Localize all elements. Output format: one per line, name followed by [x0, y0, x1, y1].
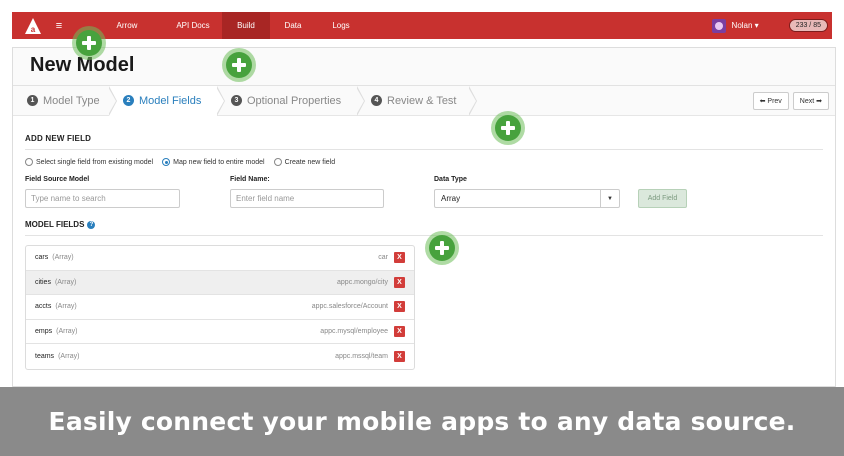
- delete-field-button[interactable]: X: [394, 325, 405, 337]
- field-name: accts: [35, 303, 52, 311]
- field-name: emps: [35, 327, 53, 335]
- hotspot-plus-icon[interactable]: [72, 26, 106, 60]
- field-source: car: [378, 254, 388, 262]
- delete-field-button[interactable]: X: [394, 276, 405, 288]
- field-source: appc.mongo/city: [337, 278, 388, 286]
- delete-field-button[interactable]: X: [394, 350, 405, 362]
- radio-create-new[interactable]: Create new field: [273, 158, 336, 166]
- step-label: Model Fields: [139, 94, 202, 107]
- nav-tab-data[interactable]: Data: [270, 12, 316, 39]
- radio-button[interactable]: [273, 158, 282, 166]
- field-type: (Array): [56, 327, 78, 335]
- nav-tabs: Arrow API Docs Build Data Logs: [90, 12, 366, 39]
- top-nav-bar: a ≡ Arrow API Docs Build Data Logs Nolan…: [12, 12, 832, 39]
- radio-button[interactable]: [162, 158, 171, 166]
- chevron-down-icon: ▼: [600, 190, 619, 207]
- appcelerator-logo-icon[interactable]: a: [24, 17, 42, 35]
- list-item[interactable]: emps (Array) appc.mysql/employee X: [26, 320, 414, 344]
- menu-icon[interactable]: ≡: [52, 20, 66, 32]
- plus-icon: [232, 58, 246, 72]
- nav-tab-api-docs[interactable]: API Docs: [164, 12, 222, 39]
- nav-tab-build[interactable]: Build: [222, 12, 270, 39]
- delete-field-button[interactable]: X: [394, 301, 405, 313]
- radio-single-field[interactable]: Select single field from existing model: [25, 158, 153, 166]
- field-name: cars: [35, 254, 49, 262]
- model-fields-title: MODEL FIELDS: [25, 220, 85, 229]
- radio-map-entire-model[interactable]: Map new field to entire model: [162, 158, 265, 166]
- source-model-label: Field Source Model: [25, 176, 90, 183]
- step-label: Review & Test: [387, 94, 457, 107]
- hotspot-inner: [76, 30, 102, 56]
- hotspot-plus-icon[interactable]: [425, 231, 459, 265]
- plus-icon: [501, 121, 515, 135]
- field-type: (Array): [52, 254, 74, 262]
- field-source: appc.mysql/employee: [320, 327, 388, 335]
- field-type: (Array): [55, 303, 77, 311]
- step-model-fields[interactable]: 2 Model Fields: [109, 85, 225, 116]
- list-item[interactable]: cars (Array) car X: [26, 246, 414, 271]
- nav-tab-logs[interactable]: Logs: [316, 12, 366, 39]
- step-optional-properties[interactable]: 3 Optional Properties: [217, 85, 365, 116]
- step-model-type[interactable]: 1 Model Type: [13, 85, 117, 116]
- radio-label: Create new field: [284, 158, 336, 166]
- plus-icon: [435, 241, 449, 255]
- field-name-input[interactable]: Enter field name: [230, 189, 384, 208]
- banner-text: Easily connect your mobile apps to any d…: [48, 407, 796, 436]
- step-number: 1: [27, 95, 38, 106]
- step-number: 3: [231, 95, 242, 106]
- field-source: appc.mssql/team: [335, 352, 388, 360]
- wizard-steps: 1 Model Type 2 Model Fields 3 Optional P…: [13, 85, 835, 116]
- radio-label: Map new field to entire model: [173, 158, 265, 166]
- step-review-test[interactable]: 4 Review & Test: [357, 85, 477, 116]
- add-field-section: ADD NEW FIELD Select single field from e…: [13, 134, 835, 370]
- plus-icon: [82, 36, 96, 50]
- help-icon[interactable]: ?: [87, 220, 96, 229]
- field-type: (Array): [54, 278, 77, 286]
- source-model-input[interactable]: Type name to search: [25, 189, 180, 208]
- new-model-card: New Model 1 Model Type 2 Model Fields 3 …: [12, 47, 836, 387]
- field-source: appc.salesforce/Account: [311, 303, 388, 311]
- delete-field-button[interactable]: X: [394, 252, 405, 264]
- prev-button[interactable]: ⬅ Prev: [752, 92, 789, 110]
- radio-label: Select single field from existing model: [36, 158, 154, 166]
- model-fields-list: cars (Array) car X cities (Array) appc.m…: [25, 245, 415, 370]
- list-item[interactable]: accts (Array) appc.salesforce/Account X: [26, 295, 414, 320]
- data-type-label: Data Type: [434, 176, 467, 183]
- data-type-value: Array: [441, 194, 461, 203]
- step-number: 2: [123, 95, 134, 106]
- field-name-label: Field Name:: [230, 176, 270, 183]
- field-mode-radios: Select single field from existing model …: [25, 158, 823, 166]
- usage-counter-badge[interactable]: 233 / 85: [788, 19, 828, 32]
- add-field-button[interactable]: Add Field: [638, 189, 687, 208]
- title-area: New Model: [13, 48, 835, 86]
- hotspot-inner: [226, 52, 252, 78]
- hotspot-inner: [429, 235, 455, 261]
- hotspot-plus-icon[interactable]: [222, 48, 256, 82]
- step-label: Model Type: [43, 94, 100, 107]
- step-label: Optional Properties: [247, 94, 342, 107]
- step-number: 4: [371, 95, 382, 106]
- add-field-form: Field Source Model Type name to search F…: [25, 172, 823, 210]
- user-avatar[interactable]: [711, 18, 726, 33]
- step-separator: [356, 85, 365, 116]
- next-button[interactable]: Next ➡: [792, 92, 829, 110]
- step-separator: [216, 85, 225, 116]
- step-separator: [468, 85, 477, 116]
- caption-banner: Easily connect your mobile apps to any d…: [0, 387, 844, 456]
- data-type-select[interactable]: Array ▼: [434, 189, 620, 208]
- model-fields-header: MODEL FIELDS ?: [25, 220, 823, 236]
- step-separator: [108, 85, 117, 116]
- list-item[interactable]: cities (Array) appc.mongo/city X: [26, 270, 414, 295]
- field-name: teams: [35, 352, 55, 360]
- hotspot-plus-icon[interactable]: [491, 111, 525, 145]
- field-name: cities: [35, 278, 51, 286]
- svg-text:a: a: [31, 25, 36, 34]
- hotspot-inner: [495, 115, 521, 141]
- user-menu[interactable]: Nolan ▾: [732, 21, 759, 30]
- field-type: (Array): [58, 352, 80, 360]
- add-field-title: ADD NEW FIELD: [25, 134, 823, 150]
- list-item[interactable]: teams (Array) appc.mssql/team X: [26, 344, 414, 369]
- radio-button[interactable]: [25, 158, 33, 166]
